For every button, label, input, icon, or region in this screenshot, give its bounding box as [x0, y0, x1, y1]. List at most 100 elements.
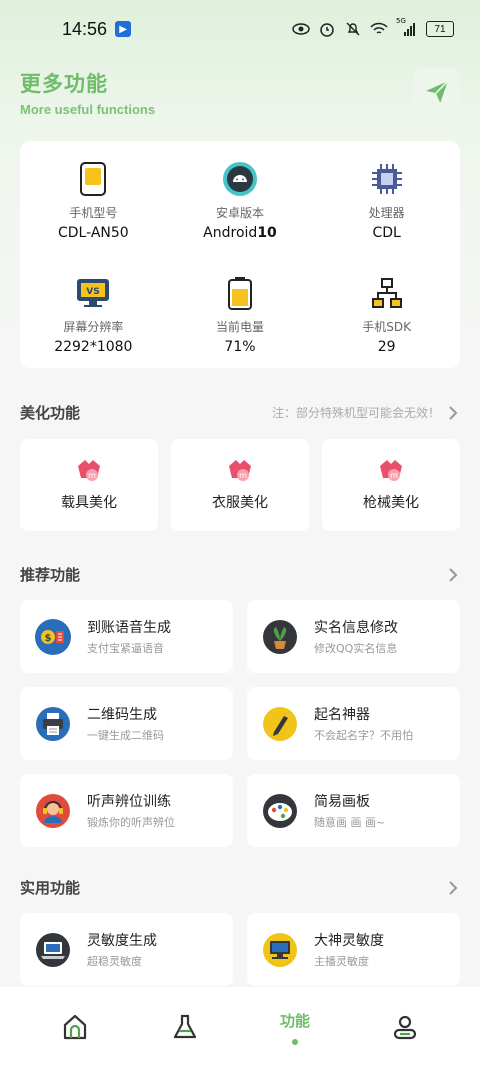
func-subtitle: 超稳灵敏度 [87, 955, 142, 968]
beautify-section-header[interactable]: 美化功能 注：部分特殊机型可能会无效！ [20, 402, 460, 423]
chevron-right-icon [446, 405, 460, 420]
plant-icon [262, 619, 298, 655]
utility-section-header[interactable]: 实用功能 [20, 877, 460, 898]
func-subtitle: 修改QQ实名信息 [314, 642, 398, 655]
func-subtitle: 随意画 画 画~ [314, 816, 386, 829]
send-button[interactable] [413, 68, 460, 115]
bottom-nav: 功能 [0, 987, 480, 1067]
qrcode-gen-card[interactable]: 二维码生成 一键生成二维码 [20, 687, 233, 760]
svg-text:VS: VS [87, 287, 100, 297]
chevron-right-icon [446, 880, 460, 895]
vehicle-beautify-button[interactable]: m 载具美化 [20, 439, 158, 531]
svg-text:m: m [390, 471, 398, 480]
page-title: 更多功能 [20, 72, 108, 96]
svg-text:m: m [88, 471, 96, 480]
nav-lab[interactable] [145, 997, 225, 1057]
info-label: 安卓版本 [215, 206, 264, 221]
beautify-label: 枪械美化 [363, 495, 419, 511]
device-info-card: 手机型号 CDL-AN50 安卓版本 Android10 处理器 CDL VS … [20, 141, 460, 368]
info-label: 处理器 [368, 206, 405, 221]
info-processor: 处理器 CDL [313, 141, 460, 255]
func-title: 到账语音生成 [87, 620, 171, 636]
svg-text:$: $ [45, 633, 52, 644]
cpu-icon [368, 160, 406, 198]
laptop-icon [35, 932, 71, 968]
section-title: 实用功能 [20, 879, 81, 897]
sound-training-card[interactable]: 听声辨位训练 锻炼你的听声辨位 [20, 774, 233, 847]
pro-sensitivity-card[interactable]: 大神灵敏度 主播灵敏度 [247, 913, 460, 986]
android-prefix: Android [203, 225, 258, 242]
payment-voice-card[interactable]: $ 到账语音生成 支付宝紧逼语音 [20, 600, 233, 673]
func-title: 简易画板 [314, 794, 370, 810]
nav-profile[interactable] [365, 997, 445, 1057]
info-value: CDL [372, 225, 401, 242]
eye-icon [292, 21, 310, 37]
recommended-list: $ 到账语音生成 支付宝紧逼语音 实名信息修改 修改QQ实名信息 二维码生成 一… [20, 600, 460, 847]
func-title: 二维码生成 [87, 707, 157, 723]
info-battery: 当前电量 71% [167, 255, 314, 369]
nav-home[interactable] [35, 997, 115, 1057]
phone-icon [74, 160, 112, 198]
info-value: Android10 [203, 225, 277, 241]
battery-icon [221, 274, 259, 312]
computer-icon [262, 932, 298, 968]
info-label: 屏幕分辨率 [63, 319, 124, 334]
section-note: 注：部分特殊机型可能会无效！ [271, 406, 440, 420]
info-phone-model: 手机型号 CDL-AN50 [20, 141, 167, 255]
wifi-icon [370, 21, 388, 37]
info-label: 手机SDK [362, 319, 412, 334]
mute-icon [344, 21, 362, 37]
nav-functions-label: 功能 [279, 1011, 310, 1030]
recommended-section-header[interactable]: 推荐功能 [20, 564, 460, 585]
func-title: 实名信息修改 [314, 620, 398, 636]
page-header: 更多功能 More useful functions [20, 68, 155, 117]
network-icon [368, 274, 406, 312]
func-subtitle: 一键生成二维码 [87, 729, 164, 742]
active-indicator [292, 1038, 298, 1045]
func-subtitle: 主播灵敏度 [314, 955, 369, 968]
page-subtitle: More useful functions [20, 102, 156, 117]
user-icon [393, 1015, 417, 1040]
app-notification-icon: ▶ [115, 21, 132, 37]
func-subtitle: 不会起名字？不用怕 [314, 729, 413, 742]
chevron-right-icon [446, 567, 460, 582]
signal-icon: 5G [396, 17, 418, 37]
func-title: 起名神器 [314, 707, 370, 723]
sensitivity-gen-card[interactable]: 灵敏度生成 超稳灵敏度 [20, 913, 233, 986]
section-title: 美化功能 [20, 404, 81, 422]
nav-functions[interactable]: 功能 [255, 997, 335, 1057]
android-icon [221, 160, 259, 198]
battery-indicator: 71 [426, 21, 454, 37]
drawing-board-card[interactable]: 简易画板 随意画 画 画~ [247, 774, 460, 847]
info-resolution: VS 屏幕分辨率 2292*1080 [20, 255, 167, 369]
android-version-number: 10 [257, 225, 277, 242]
info-value: 29 [377, 338, 396, 355]
info-label: 当前电量 [215, 319, 264, 334]
info-value: 2292*1080 [54, 338, 133, 355]
realname-edit-card[interactable]: 实名信息修改 修改QQ实名信息 [247, 600, 460, 673]
utility-list: 灵敏度生成 超稳灵敏度 大神灵敏度 主播灵敏度 [20, 913, 460, 986]
info-value: 71% [224, 338, 256, 355]
info-android-version: 安卓版本 Android10 [167, 141, 314, 255]
payment-voice-icon: $ [35, 618, 71, 655]
headset-icon [35, 793, 71, 829]
home-icon [63, 1014, 87, 1040]
beautify-label: 载具美化 [61, 495, 117, 511]
svg-text:m: m [239, 471, 247, 480]
beautify-label: 衣服美化 [212, 495, 268, 511]
monitor-icon: VS [74, 274, 112, 312]
pen-icon [262, 706, 298, 742]
printer-icon [35, 706, 71, 742]
clothes-beautify-button[interactable]: m 衣服美化 [171, 439, 309, 531]
skin-icon: m [78, 460, 100, 481]
weapon-beautify-button[interactable]: m 枪械美化 [322, 439, 460, 531]
flask-icon [173, 1014, 197, 1039]
func-subtitle: 锻炼你的听声辨位 [87, 816, 175, 829]
skin-icon: m [380, 460, 402, 481]
alarm-icon [318, 21, 336, 37]
func-title: 听声辨位训练 [87, 794, 171, 810]
status-time: 14:56 [62, 18, 108, 39]
info-label: 手机型号 [69, 206, 118, 221]
section-title: 推荐功能 [20, 566, 81, 584]
naming-tool-card[interactable]: 起名神器 不会起名字？不用怕 [247, 687, 460, 760]
